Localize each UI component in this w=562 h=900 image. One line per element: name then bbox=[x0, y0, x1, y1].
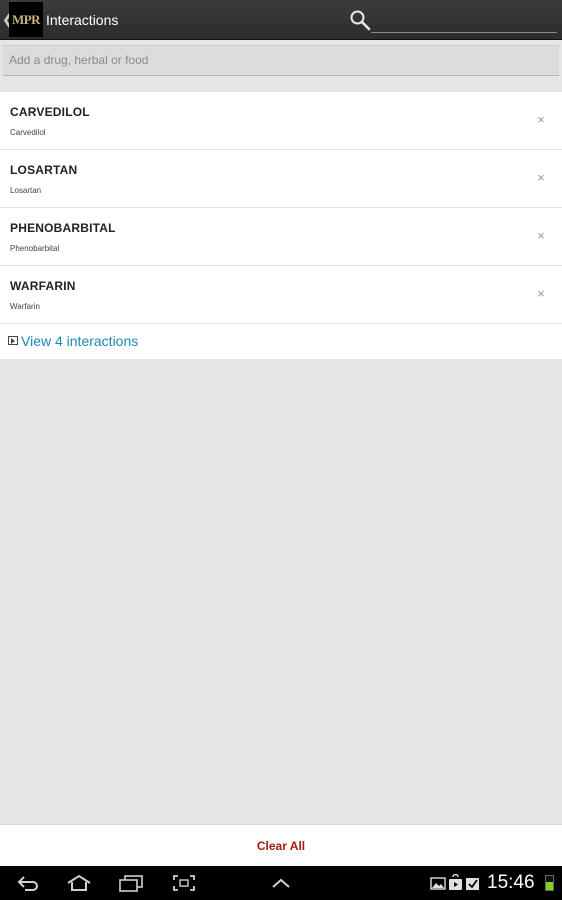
play-store-icon bbox=[449, 874, 462, 890]
action-bar: ❮ MPR Interactions bbox=[0, 0, 562, 40]
home-icon[interactable] bbox=[65, 874, 93, 892]
remove-icon[interactable]: × bbox=[534, 287, 548, 301]
system-nav-bar: 15:46 bbox=[0, 866, 562, 900]
gallery-icon bbox=[430, 877, 446, 890]
remove-icon[interactable]: × bbox=[534, 229, 548, 243]
remove-icon[interactable]: × bbox=[534, 171, 548, 185]
drug-name: WARFARIN bbox=[10, 279, 76, 293]
clear-all-bar: Clear All bbox=[0, 824, 562, 866]
back-icon[interactable] bbox=[16, 874, 40, 892]
status-clock: 15:46 bbox=[487, 872, 535, 893]
view-interactions-label[interactable]: View 4 interactions bbox=[21, 333, 138, 349]
drug-generic-name: Carvedilol bbox=[10, 128, 46, 137]
view-interactions-link[interactable]: View 4 interactions bbox=[0, 324, 562, 359]
drug-list: CARVEDILOL Carvedilol × LOSARTAN Losarta… bbox=[0, 92, 562, 359]
recent-apps-icon[interactable] bbox=[118, 874, 144, 892]
remove-icon[interactable]: × bbox=[534, 113, 548, 127]
drug-generic-name: Phenobarbital bbox=[10, 244, 60, 253]
page-title: Interactions bbox=[46, 12, 119, 28]
add-drug-input[interactable] bbox=[3, 45, 559, 76]
battery-icon bbox=[545, 875, 554, 891]
drug-generic-name: Warfarin bbox=[10, 302, 40, 311]
drug-name: CARVEDILOL bbox=[10, 105, 90, 119]
list-item[interactable]: WARFARIN Warfarin × bbox=[0, 266, 562, 324]
app-logo[interactable]: MPR bbox=[9, 2, 43, 37]
list-item[interactable]: CARVEDILOL Carvedilol × bbox=[0, 92, 562, 150]
chevron-up-icon[interactable] bbox=[270, 874, 292, 892]
drug-generic-name: Losartan bbox=[10, 186, 42, 195]
list-item[interactable]: LOSARTAN Losartan × bbox=[0, 150, 562, 208]
list-item[interactable]: PHENOBARBITAL Phenobarbital × bbox=[0, 208, 562, 266]
screenshot-icon[interactable] bbox=[172, 874, 196, 892]
download-done-icon bbox=[466, 878, 479, 890]
add-drug-bar bbox=[0, 41, 562, 79]
search-input[interactable] bbox=[371, 14, 557, 33]
drug-name: PHENOBARBITAL bbox=[10, 221, 116, 235]
play-box-icon bbox=[8, 336, 18, 345]
clear-all-button[interactable]: Clear All bbox=[257, 839, 305, 853]
search-icon[interactable] bbox=[349, 9, 371, 31]
drug-name: LOSARTAN bbox=[10, 163, 78, 177]
